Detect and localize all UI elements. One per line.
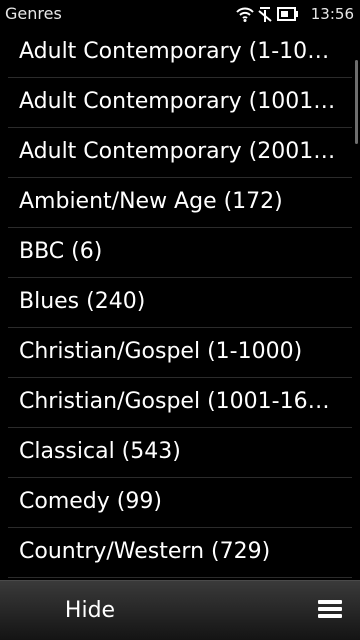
hide-button[interactable]: Hide xyxy=(0,581,180,640)
list-item-label: Christian/Gospel (1-1000) xyxy=(19,339,303,364)
menu-button[interactable] xyxy=(308,589,352,633)
list-item[interactable]: Country/Western (729) xyxy=(8,528,352,578)
list-item[interactable]: Classical (543) xyxy=(8,428,352,478)
genre-list[interactable]: Adult Contemporary (1-1000) Adult Contem… xyxy=(0,28,360,580)
scrollbar[interactable] xyxy=(355,60,358,144)
list-item[interactable]: BBC (6) xyxy=(8,228,352,278)
list-item-label: Adult Contemporary (2001-2... xyxy=(19,139,340,164)
list-item-label: Classical (543) xyxy=(19,439,181,464)
list-item[interactable]: Ambient/New Age (172) xyxy=(8,178,352,228)
list-item-label: Christian/Gospel (1001-1642) xyxy=(19,389,340,414)
status-icons: 13:56 xyxy=(236,4,354,24)
list-item-label: BBC (6) xyxy=(19,239,103,264)
list-item-label: Comedy (99) xyxy=(19,489,162,514)
list-item[interactable]: Adult Contemporary (1-1000) xyxy=(8,28,352,78)
bottom-toolbar: Hide xyxy=(0,580,360,640)
list-item[interactable]: Adult Contemporary (1001-2... xyxy=(8,78,352,128)
battery-icon xyxy=(276,7,299,21)
hamburger-menu-icon xyxy=(318,599,342,623)
list-item-label: Country/Western (729) xyxy=(19,539,271,564)
clock: 13:56 xyxy=(310,5,354,23)
app-title: Genres xyxy=(5,4,62,23)
list-item-label: Ambient/New Age (172) xyxy=(19,189,283,214)
list-item[interactable]: Comedy (99) xyxy=(8,478,352,528)
no-signal-icon xyxy=(257,6,273,22)
list-item[interactable]: Blues (240) xyxy=(8,278,352,328)
list-item-label: Blues (240) xyxy=(19,289,146,314)
status-bar: Genres 13:56 xyxy=(0,0,360,28)
wifi-icon xyxy=(236,6,254,22)
list-item-label: Adult Contemporary (1-1000) xyxy=(19,39,340,64)
list-item-label: Adult Contemporary (1001-2... xyxy=(19,89,340,114)
list-item[interactable]: Christian/Gospel (1-1000) xyxy=(8,328,352,378)
list-item[interactable]: Adult Contemporary (2001-2... xyxy=(8,128,352,178)
list-item[interactable]: Christian/Gospel (1001-1642) xyxy=(8,378,352,428)
